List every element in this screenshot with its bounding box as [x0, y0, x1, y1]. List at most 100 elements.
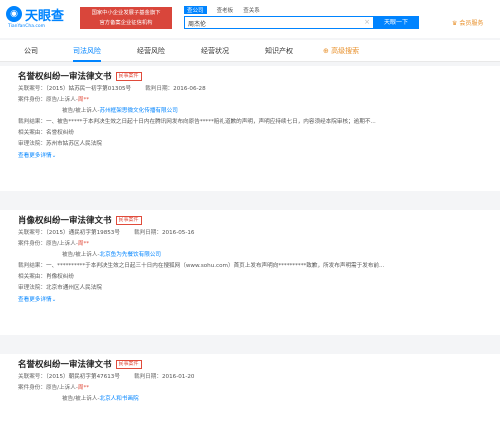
case-number: （2015）通民初字第19853号	[45, 230, 120, 236]
logo-text: 天眼查	[25, 9, 65, 24]
logo-subtitle: TianYanCha.com	[8, 24, 46, 29]
member-service-link[interactable]: ♛ 会员服务	[452, 18, 483, 27]
case-number-label: 关联案号：	[18, 374, 46, 380]
court-label: 审理法院：	[18, 141, 46, 147]
defendant-prefix: 被告/被上诉人-	[62, 108, 100, 114]
case-type-badge: 民事案件	[115, 72, 142, 81]
case-number: （2015）姑苏民一初字第01305号	[45, 86, 132, 92]
banner-line-1: 国家中小企业发展子基金旗下	[91, 10, 161, 16]
cause-text: 肖像权纠纷	[45, 274, 74, 280]
party-label: 案件身份：	[18, 241, 46, 247]
judgment-date-label: 裁判日期：	[145, 86, 174, 92]
party-row: 案件身份：原告/上诉人-周**	[18, 383, 482, 394]
party-label: 案件身份：	[18, 97, 46, 103]
view-more-label: 查看更多详情	[18, 153, 52, 159]
chevron-down-icon: ⌄	[51, 153, 57, 159]
card-title-text: 肖像权纠纷一审法律文书	[18, 216, 112, 226]
company-nav: 公司 司法风险 经营风险 经营状况 知识产权 ⊕ 高级搜索	[0, 40, 500, 62]
case-number: （2015）朝民初字第47613号	[45, 374, 120, 380]
card-title[interactable]: 名誉权纠纷一审法律文书 民事案件	[18, 358, 482, 372]
plaintiff-prefix: 原告/上诉人-	[45, 385, 78, 391]
judgment-date-label: 裁判日期：	[133, 230, 162, 236]
result-text: 一、被告*****于本判决生效之日起十日内在腾讯网发布向原告*****赔礼道歉的…	[45, 119, 376, 125]
clear-icon[interactable]: ×	[364, 18, 370, 26]
list-item: 名誉权纠纷一审法律文书 民事案件 关联案号：（2015）姑苏民一初字第01305号…	[0, 66, 500, 191]
search-box: ×	[184, 16, 374, 29]
search-input[interactable]	[188, 18, 358, 28]
defendant-row: 被告/被上诉人-北京人和书画院	[18, 394, 482, 405]
cause-row: 相关案由：肖像权纠纷	[18, 272, 482, 283]
promo-banner[interactable]: 国家中小企业发展子基金旗下 官方备案企业征信机构	[80, 7, 172, 29]
search-circle-icon: ⊕	[323, 47, 329, 55]
search-tab-boss[interactable]: 查老板	[217, 6, 234, 14]
search-tab-company[interactable]: 查公司	[184, 6, 207, 14]
party-row: 案件身份：原告/上诉人-周**	[18, 239, 482, 250]
list-item: 名誉权纠纷一审法律文书 民事案件 关联案号：（2015）朝民初字第47613号 裁判…	[0, 354, 500, 424]
defendant-prefix: 被告/被上诉人-	[62, 252, 100, 258]
result-label: 裁判结果：	[18, 263, 46, 269]
banner-line-2: 官方备案企业征信机构	[99, 20, 153, 26]
judgment-date-label: 裁判日期：	[133, 374, 162, 380]
party-label: 案件身份：	[18, 385, 46, 391]
card-title-text: 名誉权纠纷一审法律文书	[18, 72, 112, 82]
top-header: ◉ 天眼查 TianYanCha.com 国家中小企业发展子基金旗下 官方备案企…	[0, 0, 500, 38]
court-row: 审理法院：苏州市姑苏区人民法院	[18, 139, 482, 150]
list-item: 肖像权纠纷一审法律文书 民事案件 关联案号：（2015）通民初字第19853号裁判…	[0, 210, 500, 335]
card-title[interactable]: 肖像权纠纷一审法律文书 民事案件	[18, 214, 482, 228]
result-label: 裁判结果：	[18, 119, 46, 125]
result-text: 一、**********于本判决生效之日起三十日内在搜狐网（www.sohu.c…	[45, 263, 385, 269]
card-title[interactable]: 名誉权纠纷一审法律文书 民事案件	[18, 70, 482, 84]
view-more-link[interactable]: 查看更多详情⌄	[18, 151, 482, 162]
court-label: 审理法院：	[18, 285, 46, 291]
advanced-search-label: 高级搜索	[331, 47, 360, 55]
card-title-text: 名誉权纠纷一审法律文书	[18, 360, 112, 370]
nav-tab-judicial-risk[interactable]: 司法风险	[73, 40, 101, 62]
nav-tab-business-status[interactable]: 经营状况	[201, 40, 229, 62]
defendant-row: 被告/被上诉人-北京鱼为先餐饮有限公司	[18, 250, 482, 261]
result-row: 裁判结果：一、**********于本判决生效之日起三十日内在搜狐网（www.s…	[18, 261, 482, 272]
member-label: 会员服务	[459, 20, 484, 27]
defendant-prefix: 被告/被上诉人-	[62, 396, 100, 402]
judgment-date: 2016-05-16	[161, 230, 195, 236]
logo-eye-icon: ◉	[6, 6, 22, 22]
judgment-date: 2016-01-20	[161, 374, 195, 380]
search-type-tabs: 查公司 查老板 查关系	[184, 6, 268, 15]
view-more-link[interactable]: 查看更多详情⌄	[18, 295, 482, 306]
defendant-link[interactable]: 北京鱼为先餐饮有限公司	[99, 252, 161, 258]
chevron-down-icon: ⌄	[51, 297, 57, 303]
defendant-link[interactable]: 苏州框架思微文化传播有限公司	[99, 108, 177, 114]
case-type-badge: 民事案件	[115, 216, 142, 225]
plaintiff-name: 周**	[77, 241, 90, 247]
cause-row: 相关案由：名誉权纠纷	[18, 128, 482, 139]
case-number-row: 关联案号：（2015）姑苏民一初字第01305号 裁判日期：2016-06-28	[18, 84, 482, 95]
plaintiff-prefix: 原告/上诉人-	[45, 97, 78, 103]
cause-label: 相关案由：	[18, 130, 46, 136]
judgment-date: 2016-06-28	[173, 86, 206, 92]
defendant-link[interactable]: 北京人和书画院	[99, 396, 138, 402]
crown-icon: ♛	[452, 20, 458, 27]
party-row: 案件身份：原告/上诉人-周**	[18, 95, 482, 106]
search-tab-relation[interactable]: 查关系	[243, 6, 260, 14]
case-number-label: 关联案号：	[18, 230, 46, 236]
case-number-row: 关联案号：（2015）朝民初字第47613号 裁判日期：2016-01-20	[18, 372, 482, 383]
court-text: 北京市通州区人民法院	[45, 285, 102, 291]
view-more-label: 查看更多详情	[18, 297, 52, 303]
plaintiff-prefix: 原告/上诉人-	[45, 241, 78, 247]
court-row: 审理法院：北京市通州区人民法院	[18, 283, 482, 294]
plaintiff-name: 周**	[77, 385, 90, 391]
nav-tab-ip[interactable]: 知识产权	[265, 40, 293, 62]
defendant-row: 被告/被上诉人-苏州框架思微文化传播有限公司	[18, 106, 482, 117]
nav-tab-company[interactable]: 公司	[24, 40, 38, 62]
nav-tab-business-risk[interactable]: 经营风险	[137, 40, 165, 62]
court-text: 苏州市姑苏区人民法院	[45, 141, 102, 147]
case-type-badge: 民事案件	[115, 360, 142, 369]
advanced-search-link[interactable]: ⊕ 高级搜索	[323, 40, 359, 62]
case-number-label: 关联案号：	[18, 86, 46, 92]
result-row: 裁判结果：一、被告*****于本判决生效之日起十日内在腾讯网发布向原告*****…	[18, 117, 482, 128]
cause-label: 相关案由：	[18, 274, 46, 280]
cause-text: 名誉权纠纷	[45, 130, 74, 136]
search-button[interactable]: 天眼一下	[373, 16, 419, 29]
logo[interactable]: ◉ 天眼查 TianYanCha.com	[6, 5, 74, 33]
case-number-row: 关联案号：（2015）通民初字第19853号 裁判日期：2016-05-16	[18, 228, 482, 239]
plaintiff-name: 周**	[77, 97, 90, 103]
